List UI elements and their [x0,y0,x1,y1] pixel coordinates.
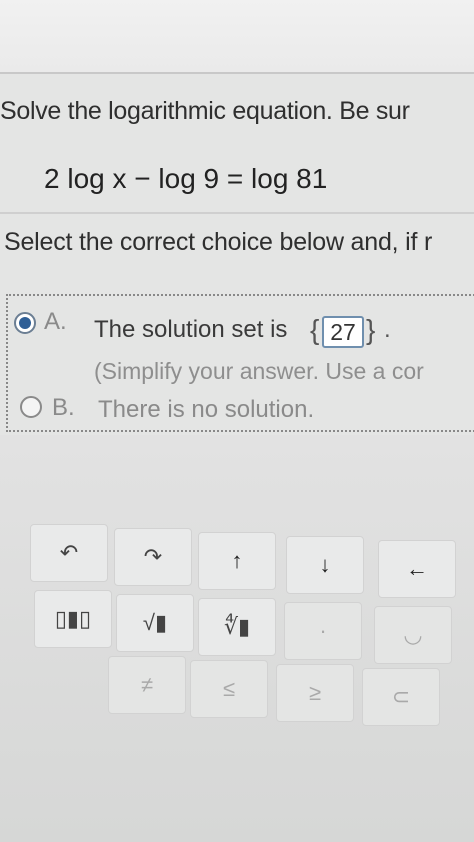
choice-b-text: There is no solution. [98,396,315,423]
sqrt-icon: √▮ [142,610,168,635]
arrow-up-icon: ↑ [231,548,243,573]
brace-close: } [366,314,376,345]
subset-icon: ⊂ [391,684,411,709]
dot-icon: · [319,618,327,643]
fraction-icon: ▯▮▯ [54,606,92,631]
not-equal-button[interactable]: ≠ [108,656,186,714]
question-instructions: Solve the logarithmic equation. Be sur [0,97,410,125]
arrow-down-icon: ↓ [319,552,331,577]
subset-button[interactable]: ⊂ [362,668,440,726]
nth-root-button[interactable]: ∜▮ [198,598,276,656]
clear-icon: ◡ [403,622,423,647]
choice-a-hint: (Simplify your answer. Use a cor [94,358,424,384]
brace-open: { [310,314,320,345]
less-equal-icon: ≤ [222,676,236,701]
logarithmic-equation: 2 log x − log 9 = log 81 [44,163,328,194]
greater-equal-button[interactable]: ≥ [276,664,354,722]
choice-a-text: The solution set is [94,316,288,343]
choice-a-radio[interactable] [14,312,36,334]
move-up-button[interactable]: ↑ [198,532,276,590]
undo-icon: ↶ [59,540,79,565]
divider [0,212,474,214]
greater-equal-icon: ≥ [308,680,322,705]
undo-button[interactable]: ↶ [30,524,108,582]
choice-prompt: Select the correct choice below and, if … [4,228,433,256]
square-root-button[interactable]: √▮ [116,594,194,652]
nth-root-icon: ∜▮ [223,614,251,639]
choice-b-letter: B. [52,394,75,421]
choice-a-letter: A. [44,308,67,335]
clear-button[interactable]: ◡ [374,606,452,664]
dot-button[interactable]: · [284,602,362,660]
arrow-left-icon: ← [406,556,428,581]
period: . [384,316,391,343]
fraction-button[interactable]: ▯▮▯ [34,590,112,648]
solution-answer-input[interactable]: 27 [322,316,364,348]
not-equal-icon: ≠ [140,672,154,697]
top-bar [0,0,474,74]
redo-icon: ↷ [143,544,163,569]
choice-b-radio[interactable] [20,396,42,418]
move-left-button[interactable]: ← [378,540,456,598]
move-down-button[interactable]: ↓ [286,536,364,594]
less-equal-button[interactable]: ≤ [190,660,268,718]
redo-button[interactable]: ↷ [114,528,192,586]
